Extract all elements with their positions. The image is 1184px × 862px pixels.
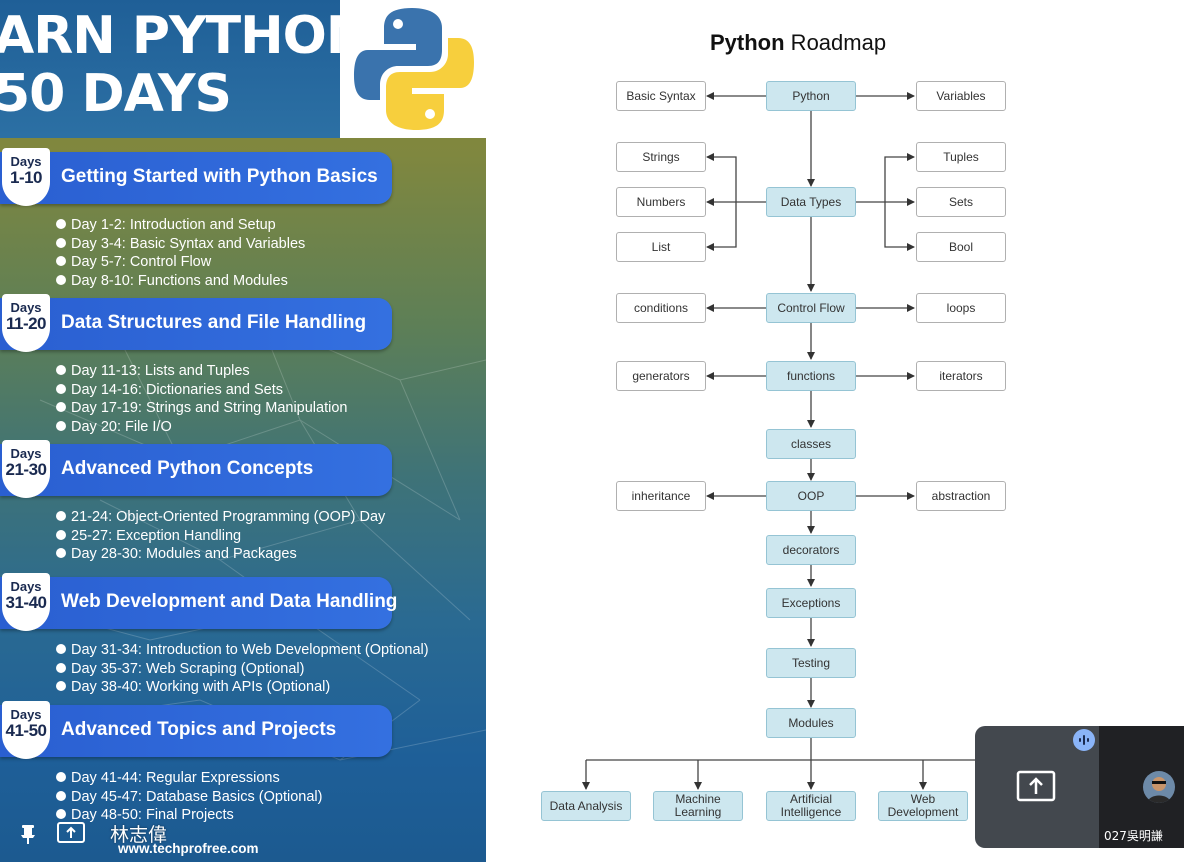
node-python: Python bbox=[766, 81, 856, 111]
node-data-types: Data Types bbox=[766, 187, 856, 217]
node-iterators: iterators bbox=[916, 361, 1006, 391]
avatar bbox=[1143, 771, 1175, 803]
node-bool: Bool bbox=[916, 232, 1006, 262]
pin-icon[interactable] bbox=[16, 822, 40, 846]
node-generators: generators bbox=[616, 361, 706, 391]
node-inheritance: inheritance bbox=[616, 481, 706, 511]
node-web-development: Web Development bbox=[878, 791, 968, 821]
node-numbers: Numbers bbox=[616, 187, 706, 217]
node-control-flow: Control Flow bbox=[766, 293, 856, 323]
node-decorators: decorators bbox=[766, 535, 856, 565]
node-variables: Variables bbox=[916, 81, 1006, 111]
node-tuples: Tuples bbox=[916, 142, 1006, 172]
node-loops: loops bbox=[916, 293, 1006, 323]
node-functions: functions bbox=[766, 361, 856, 391]
node-list: List bbox=[616, 232, 706, 262]
presenter-name: 林志偉 bbox=[110, 824, 168, 846]
node-modules: Modules bbox=[766, 708, 856, 738]
node-strings: Strings bbox=[616, 142, 706, 172]
node-testing: Testing bbox=[766, 648, 856, 678]
node-conditions: conditions bbox=[616, 293, 706, 323]
speaking-indicator-icon bbox=[1073, 729, 1095, 751]
node-exceptions: Exceptions bbox=[766, 588, 856, 618]
present-screen-small-icon[interactable] bbox=[56, 820, 86, 846]
node-classes: classes bbox=[766, 429, 856, 459]
node-oop: OOP bbox=[766, 481, 856, 511]
participant-name: 027吳明謙 bbox=[1104, 829, 1163, 843]
node-sets: Sets bbox=[916, 187, 1006, 217]
node-artificial-intelligence: Artificial Intelligence bbox=[766, 791, 856, 821]
node-abstraction: abstraction bbox=[916, 481, 1006, 511]
node-basic-syntax: Basic Syntax bbox=[616, 81, 706, 111]
node-data-analysis: Data Analysis bbox=[541, 791, 631, 821]
present-screen-icon[interactable] bbox=[1016, 770, 1056, 802]
node-machine-learning: Machine Learning bbox=[653, 791, 743, 821]
